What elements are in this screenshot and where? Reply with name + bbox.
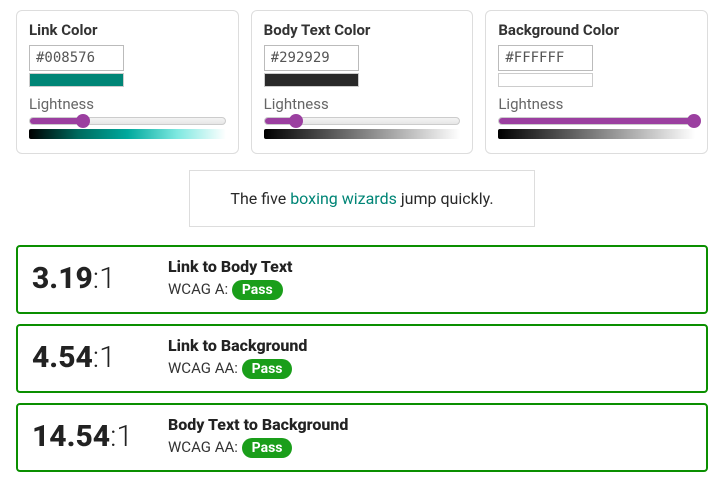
- lightness-gradient-body: [264, 129, 461, 139]
- slider-thumb[interactable]: [687, 114, 701, 128]
- level-prefix: WCAG AA:: [168, 359, 242, 377]
- swatch-body: [264, 73, 359, 87]
- result-title: Link to Background: [168, 336, 692, 355]
- ratio-suffix: :1: [93, 340, 116, 375]
- hex-input-bg[interactable]: [498, 45, 593, 71]
- sample-text-container: The five boxing wizards jump quickly.: [16, 170, 708, 227]
- ratio-suffix: :1: [110, 419, 133, 454]
- lightness-gradient-link: [29, 129, 226, 139]
- picker-background-color: Background Color Lightness: [485, 10, 708, 154]
- lightness-label: Lightness: [264, 95, 461, 113]
- pass-badge: Pass: [232, 280, 283, 300]
- sample-before: The five: [230, 189, 290, 208]
- result-body: Link to Body Text WCAG A: Pass: [168, 257, 692, 300]
- contrast-ratio: 14.54:1: [32, 419, 142, 454]
- contrast-ratio: 4.54:1: [32, 340, 142, 375]
- lightness-label: Lightness: [498, 95, 695, 113]
- swatch-bg: [498, 73, 593, 87]
- level-prefix: WCAG AA:: [168, 438, 242, 456]
- result-level: WCAG AA: Pass: [168, 438, 692, 458]
- pass-badge: Pass: [242, 438, 293, 458]
- slider-thumb[interactable]: [76, 114, 90, 128]
- result-title: Body Text to Background: [168, 415, 692, 434]
- picker-title: Background Color: [498, 21, 695, 39]
- picker-title: Link Color: [29, 21, 226, 39]
- lightness-label: Lightness: [29, 95, 226, 113]
- color-pickers-row: Link Color Lightness Body Text Color Lig…: [16, 10, 708, 154]
- ratio-number: 14.54: [32, 419, 110, 454]
- result-link-to-background: 4.54:1 Link to Background WCAG AA: Pass: [16, 324, 708, 393]
- result-body: Body Text to Background WCAG AA: Pass: [168, 415, 692, 458]
- result-level: WCAG AA: Pass: [168, 359, 692, 379]
- sample-after: jump quickly.: [397, 189, 494, 208]
- slider-thumb[interactable]: [289, 114, 303, 128]
- picker-link-color: Link Color Lightness: [16, 10, 239, 154]
- picker-body-text-color: Body Text Color Lightness: [251, 10, 474, 154]
- sample-link[interactable]: boxing wizards: [290, 189, 397, 208]
- lightness-gradient-bg: [498, 129, 695, 139]
- result-body: Link to Background WCAG AA: Pass: [168, 336, 692, 379]
- result-link-to-body: 3.19:1 Link to Body Text WCAG A: Pass: [16, 245, 708, 314]
- swatch-link: [29, 73, 124, 87]
- contrast-ratio: 3.19:1: [32, 261, 142, 296]
- sample-text: The five boxing wizards jump quickly.: [189, 170, 534, 227]
- ratio-suffix: :1: [93, 261, 116, 296]
- hex-input-link[interactable]: [29, 45, 124, 71]
- ratio-number: 4.54: [32, 340, 93, 375]
- hex-input-body[interactable]: [264, 45, 359, 71]
- picker-title: Body Text Color: [264, 21, 461, 39]
- result-body-to-background: 14.54:1 Body Text to Background WCAG AA:…: [16, 403, 708, 472]
- lightness-slider-bg[interactable]: [498, 117, 695, 125]
- level-prefix: WCAG A:: [168, 280, 232, 298]
- pass-badge: Pass: [242, 359, 293, 379]
- slider-fill: [499, 118, 694, 124]
- lightness-slider-body[interactable]: [264, 117, 461, 125]
- result-title: Link to Body Text: [168, 257, 692, 276]
- result-level: WCAG A: Pass: [168, 280, 692, 300]
- lightness-slider-link[interactable]: [29, 117, 226, 125]
- ratio-number: 3.19: [32, 261, 93, 296]
